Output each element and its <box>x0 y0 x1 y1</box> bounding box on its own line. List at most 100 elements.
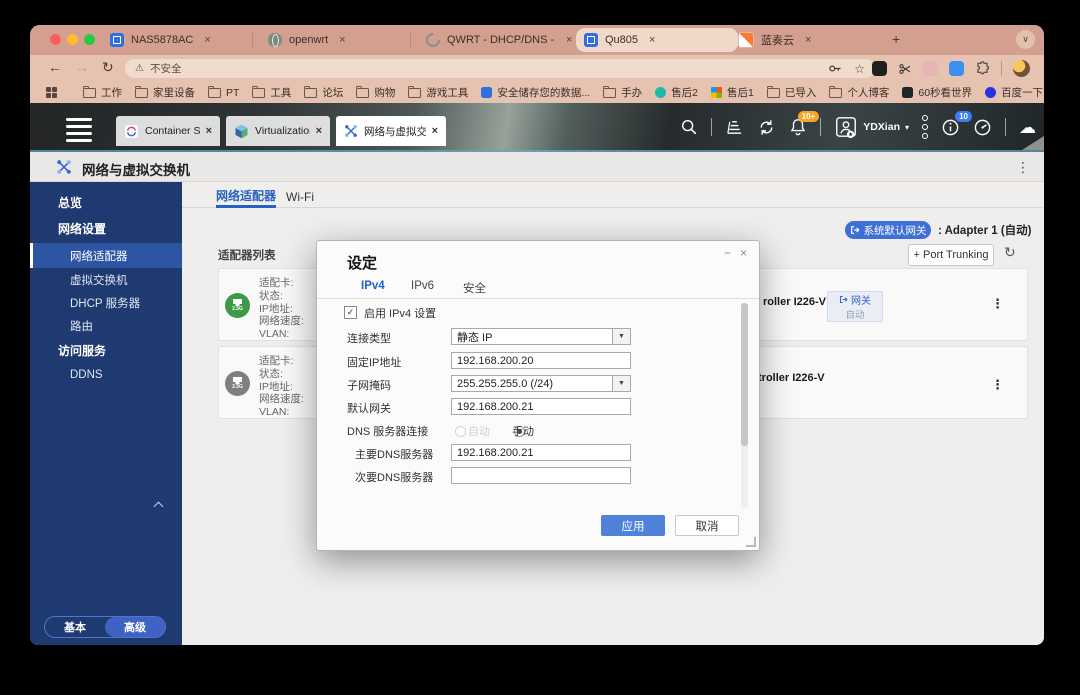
main-menu-hamburger-icon[interactable] <box>66 118 92 142</box>
bookmark-star-icon[interactable]: ☆ <box>854 62 865 76</box>
apptab-network-virtual-switch[interactable]: 网络与虚拟交... × <box>336 116 446 146</box>
tab-network-adapters[interactable]: 网络适配器 <box>216 186 276 208</box>
gateway-status-badge: 网关 自动 <box>827 291 883 322</box>
sidebar-item-ddns[interactable]: DDNS <box>30 363 182 386</box>
bookmark-folder[interactable]: 手办 <box>603 85 642 100</box>
traffic-zoom-button[interactable] <box>84 34 95 45</box>
toggle-basic[interactable]: 基本 <box>45 617 105 637</box>
apptab-close-icon[interactable]: × <box>316 125 322 137</box>
cancel-button[interactable]: 取消 <box>675 515 739 536</box>
browser-tab-openwrt[interactable]: openwrt × <box>260 25 418 55</box>
tab-close-icon[interactable]: × <box>339 34 345 46</box>
bookmark-folder[interactable]: 购物 <box>356 85 395 100</box>
browser-menu-icon[interactable]: ⋮ <box>1041 61 1044 77</box>
browser-tab-qwrt[interactable]: QWRT - DHCP/DNS - LuCI × <box>418 25 584 55</box>
connection-type-select[interactable]: 静态 IP ▼ <box>451 328 631 345</box>
background-tasks-icon[interactable] <box>725 118 744 137</box>
password-key-icon[interactable] <box>827 61 842 76</box>
bookmark-link[interactable]: 安全储存您的数据... <box>481 85 590 100</box>
more-options-icon[interactable] <box>922 115 928 139</box>
field-label: 连接类型 <box>347 330 391 346</box>
dns-auto-radio[interactable] <box>455 426 466 437</box>
adapter-menu-icon[interactable]: ⋮ <box>991 296 1004 312</box>
apptab-container-station[interactable]: Container Sta... × <box>116 116 220 146</box>
apply-button[interactable]: 应用 <box>601 515 665 536</box>
bookmark-folder[interactable]: 游戏工具 <box>408 85 468 100</box>
traffic-minimize-button[interactable] <box>67 34 78 45</box>
sidebar-item-network-adapters[interactable]: 网络适配器 <box>30 243 182 268</box>
new-tab-button[interactable]: + <box>892 31 900 47</box>
sidebar-item-virtual-switch[interactable]: 虚拟交换机 <box>30 268 182 291</box>
dialog-minimize-icon[interactable]: − <box>724 246 731 260</box>
tab-close-icon[interactable]: × <box>649 34 655 46</box>
tab-close-icon[interactable]: × <box>204 34 210 46</box>
tab-separator <box>410 33 411 47</box>
sidebar-item-dhcp-server[interactable]: DHCP 服务器 <box>30 291 182 314</box>
apptab-close-icon[interactable]: × <box>432 125 438 137</box>
bookmark-link[interactable]: 售后2 <box>655 85 698 100</box>
sidebar-item-overview[interactable]: 总览 <box>30 189 182 216</box>
tab-search-chevron[interactable]: ∨ <box>1016 30 1035 49</box>
address-bar[interactable]: ⚠ 不安全 ☆ <box>125 59 875 78</box>
tab-wifi[interactable]: Wi-Fi <box>286 186 314 208</box>
port-trunking-button[interactable]: + Port Trunking <box>908 244 994 266</box>
apptab-virtualization[interactable]: Virtualization ... × <box>226 116 330 146</box>
bookmark-folder[interactable]: 工具 <box>252 85 291 100</box>
secondary-dns-input[interactable] <box>451 467 631 484</box>
fixed-ip-input[interactable] <box>451 352 631 369</box>
enable-ipv4-checkbox[interactable]: ✓ <box>344 306 357 319</box>
folder-icon <box>252 88 265 98</box>
dialog-scrollbar-track[interactable] <box>741 303 748 509</box>
gateway-icon <box>850 225 860 235</box>
reload-button[interactable]: ↻ <box>102 59 114 76</box>
dialog-close-icon[interactable]: × <box>740 246 747 260</box>
bookmark-folder[interactable]: 论坛 <box>304 85 343 100</box>
sync-icon[interactable] <box>757 118 776 137</box>
back-button[interactable]: ← <box>48 59 62 75</box>
traffic-close-button[interactable] <box>50 34 61 45</box>
dialog-resize-handle[interactable] <box>746 537 756 547</box>
user-menu[interactable]: YDXian ▾ <box>834 115 909 139</box>
resource-monitor-gauge-icon[interactable] <box>973 118 992 137</box>
bookmark-folder[interactable]: 已导入 <box>767 85 817 100</box>
extension-blue-icon[interactable] <box>949 61 964 76</box>
browser-tab-nas5878ac[interactable]: NAS5878AC × <box>102 25 260 55</box>
bookmark-link[interactable]: 百度一下，你就知道 <box>985 85 1044 100</box>
extensions-puzzle-icon[interactable] <box>975 61 990 76</box>
apptab-close-icon[interactable]: × <box>206 125 212 137</box>
subnet-mask-select[interactable]: 255.255.255.0 (/24) ▼ <box>451 375 631 392</box>
bookmark-folder[interactable]: 家里设备 <box>135 85 195 100</box>
default-gateway-input[interactable] <box>451 398 631 415</box>
refresh-icon[interactable]: ↻ <box>1004 244 1016 261</box>
bookmark-link[interactable]: 60秒看世界 <box>902 85 972 100</box>
profile-avatar[interactable] <box>1013 60 1030 77</box>
sidebar-section-network-settings[interactable]: 网络设置 <box>30 215 182 242</box>
dialog-scrollbar-thumb[interactable] <box>741 303 748 446</box>
system-default-gateway-button[interactable]: 系统默认网关 <box>845 221 931 239</box>
bookmark-link[interactable]: 售后1 <box>711 85 754 100</box>
folder-icon <box>304 88 317 98</box>
tab-close-icon[interactable]: × <box>805 34 811 46</box>
primary-dns-input[interactable] <box>451 444 631 461</box>
browser-tab-qu805-active[interactable]: Qu805 × <box>576 28 738 52</box>
extension-pink-icon[interactable] <box>923 61 938 76</box>
search-icon[interactable] <box>680 118 698 136</box>
extension-dark-icon[interactable] <box>872 61 887 76</box>
browser-tab-lanzou[interactable]: 蓝奏云 × <box>730 25 896 55</box>
toggle-advanced[interactable]: 高级 <box>105 617 165 637</box>
sidebar-item-routing[interactable]: 路由 <box>30 314 182 337</box>
bookmark-folder[interactable]: PT <box>208 87 239 99</box>
sidebar-section-access-services[interactable]: 访问服务 <box>30 337 182 364</box>
tab-close-icon[interactable]: × <box>566 34 572 46</box>
myqnapcloud-icon[interactable]: ☁ <box>1019 119 1036 136</box>
bookmark-folder[interactable]: 工作 <box>83 85 122 100</box>
adapter-menu-icon[interactable]: ⋮ <box>991 377 1004 393</box>
page-menu-icon[interactable]: ⋮ <box>1016 159 1030 176</box>
dialog-tab-ipv6[interactable]: IPv6 <box>411 280 434 292</box>
scissors-extension-icon[interactable] <box>898 62 912 76</box>
apps-grid-icon[interactable] <box>46 87 57 98</box>
dialog-tab-security[interactable]: 安全 <box>463 280 486 296</box>
dialog-tab-ipv4[interactable]: IPv4 <box>361 280 385 292</box>
bookmark-folder[interactable]: 个人博客 <box>829 85 889 100</box>
forward-button[interactable]: → <box>75 59 89 75</box>
